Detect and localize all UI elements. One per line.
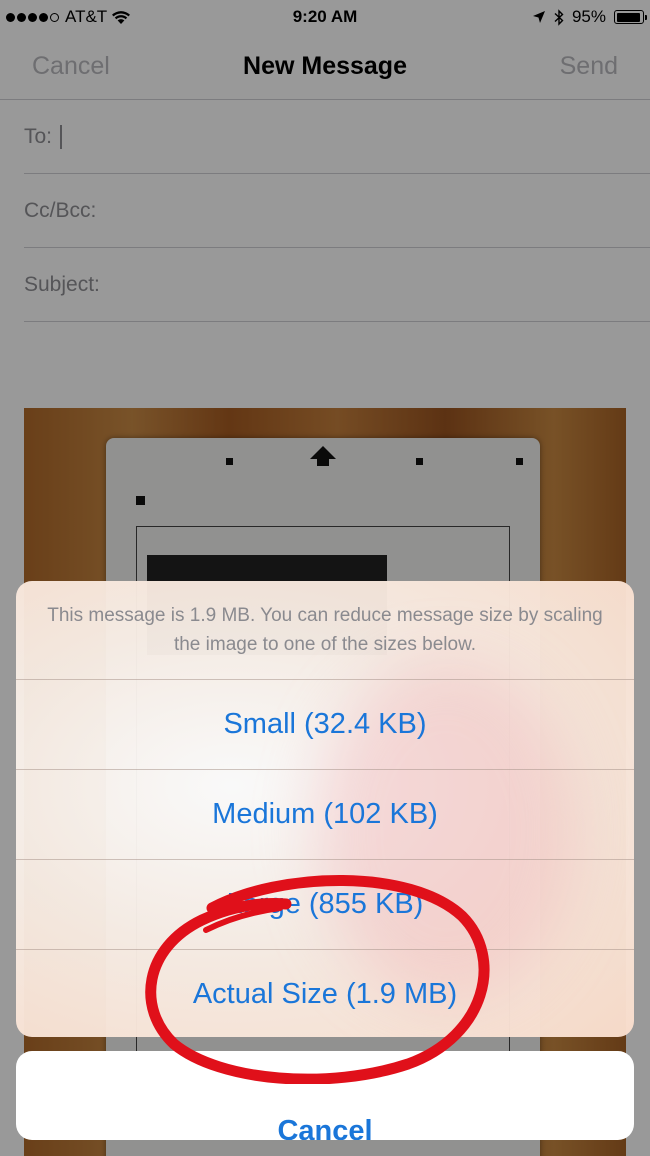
actual-size-button[interactable]: Actual Size (1.9 MB): [16, 949, 634, 1037]
action-sheet-message: This message is 1.9 MB. You can reduce m…: [47, 605, 603, 655]
action-sheet-cancel-button[interactable]: Cancel: [16, 1051, 634, 1140]
action-sheet-cancel-label: Cancel: [277, 1115, 373, 1140]
medium-size-button[interactable]: Medium (102 KB): [16, 769, 634, 859]
image-size-action-sheet: This message is 1.9 MB. You can reduce m…: [16, 581, 634, 1037]
large-size-button[interactable]: Large (855 KB): [16, 859, 634, 949]
small-size-button[interactable]: Small (32.4 KB): [16, 679, 634, 769]
